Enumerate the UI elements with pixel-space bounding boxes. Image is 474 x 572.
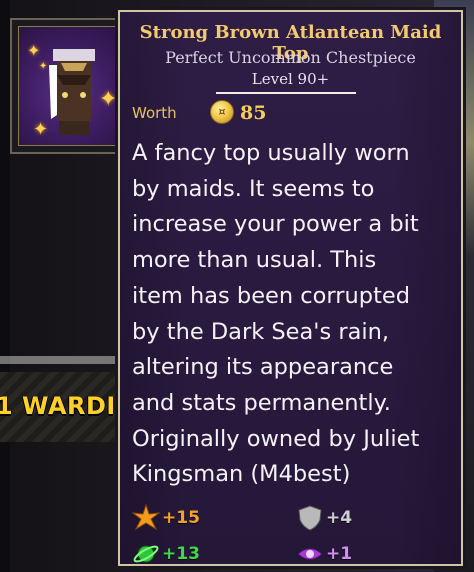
- stat-defense: +4: [296, 504, 352, 532]
- star-burst-icon: [131, 503, 161, 532]
- sparkle-icon: ✦: [99, 87, 118, 112]
- background-edge: [0, 0, 10, 572]
- sparkle-icon: ✦: [39, 61, 48, 72]
- stat-value: +4: [326, 508, 353, 528]
- planet-icon: [132, 540, 160, 568]
- item-rarity-type: Perfect Uncommon Chestpiece: [165, 48, 416, 67]
- stat-eye: +1: [296, 540, 352, 568]
- stat-value: +15: [162, 508, 200, 528]
- eye-icon: [296, 540, 324, 568]
- stat-power: +15: [131, 503, 200, 532]
- item-icon-frame: ✦ ✦ ✦ ✦: [18, 26, 118, 146]
- worth-value: 85: [240, 102, 267, 124]
- stat-value: +1: [326, 544, 353, 564]
- worth-label: Worth: [132, 104, 177, 122]
- item-slot[interactable]: ✦ ✦ ✦ ✦: [10, 18, 126, 154]
- stat-value: +13: [162, 544, 200, 564]
- coin-icon: ¤: [210, 100, 234, 124]
- item-tooltip: Strong Brown Atlantean Maid Top Perfect …: [118, 10, 463, 566]
- maid-top-icon: [49, 49, 95, 135]
- sparkle-icon: ✦: [33, 119, 49, 140]
- item-description: A fancy top usually worn by maids. It se…: [132, 140, 420, 488]
- sparkle-icon: ✦: [27, 41, 41, 60]
- warding-banner-text: 1 WARDIN: [0, 392, 137, 420]
- stat-planet: +13: [132, 540, 200, 568]
- divider: [216, 92, 356, 94]
- item-level: Level 90+: [251, 70, 330, 88]
- shield-icon: [296, 504, 324, 532]
